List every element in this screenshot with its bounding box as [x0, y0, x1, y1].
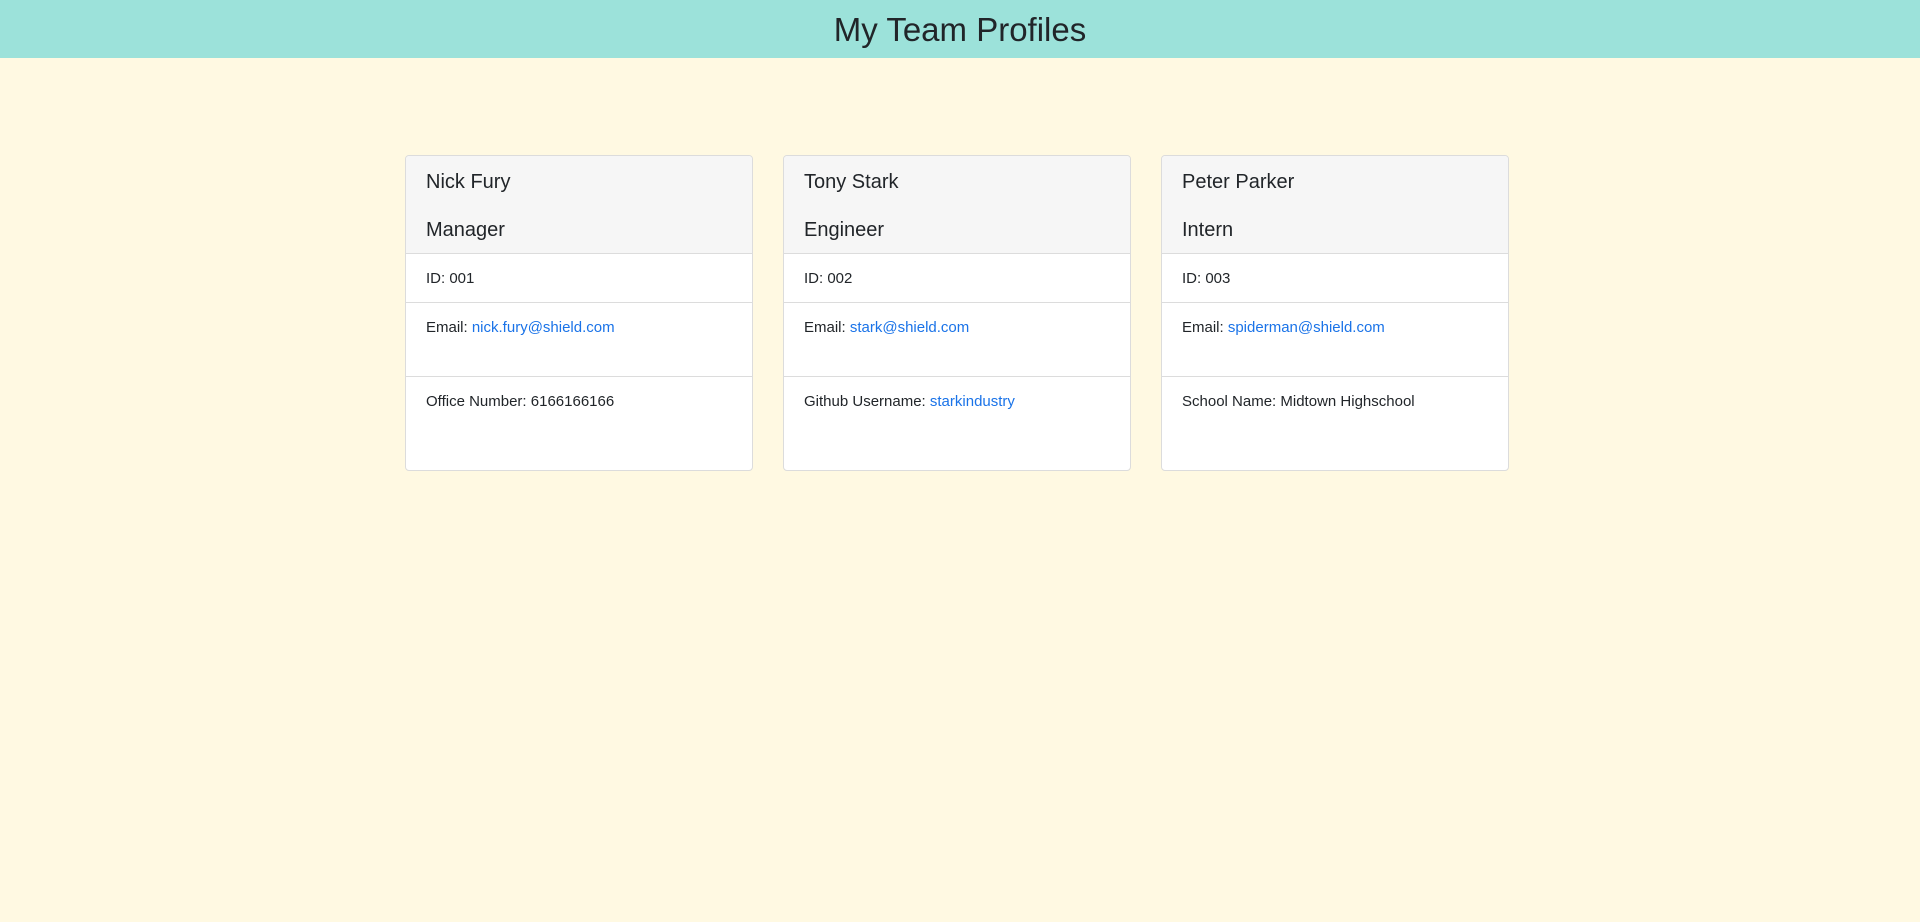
page-header: My Team Profiles [0, 0, 1920, 58]
email-label: Email: [804, 319, 850, 336]
email-label: Email: [1182, 319, 1228, 336]
email-link[interactable]: nick.fury@shield.com [472, 319, 615, 336]
employee-card-intern: Peter Parker Intern ID: 003 Email: spide… [1161, 155, 1509, 471]
github-link[interactable]: starkindustry [930, 393, 1015, 410]
employee-role: Manager [426, 219, 505, 241]
github-row: Github Username: starkindustry [784, 377, 1130, 470]
school-row: School Name: Midtown Highschool [1162, 377, 1508, 470]
card-header: Tony Stark Engineer [784, 156, 1130, 254]
email-link[interactable]: stark@shield.com [850, 319, 969, 336]
employee-card-manager: Nick Fury Manager ID: 001 Email: nick.fu… [405, 155, 753, 471]
school-value: Midtown Highschool [1280, 393, 1415, 410]
employee-id: ID: 001 [406, 254, 752, 303]
employee-id: ID: 002 [784, 254, 1130, 303]
employee-email-row: Email: nick.fury@shield.com [406, 303, 752, 377]
github-label: Github Username: [804, 393, 930, 410]
page-title: My Team Profiles [833, 10, 1087, 48]
employee-email-row: Email: stark@shield.com [784, 303, 1130, 377]
card-header: Peter Parker Intern [1162, 156, 1508, 254]
school-label: School Name: [1182, 393, 1281, 410]
employee-name: Nick Fury [426, 171, 511, 193]
employee-card-engineer: Tony Stark Engineer ID: 002 Email: stark… [783, 155, 1131, 471]
employee-role: Intern [1182, 219, 1234, 241]
team-cards: Nick Fury Manager ID: 001 Email: nick.fu… [405, 155, 1509, 471]
office-number-value: 6166166166 [530, 393, 615, 410]
employee-email-row: Email: spiderman@shield.com [1162, 303, 1508, 377]
email-label: Email: [426, 319, 472, 336]
email-link[interactable]: spiderman@shield.com [1228, 319, 1385, 336]
office-number-label: Office Number: [426, 393, 531, 410]
employee-role: Engineer [804, 219, 885, 241]
employee-name: Tony Stark [804, 171, 899, 193]
office-number-row: Office Number: 6166166166 [406, 377, 752, 470]
employee-name: Peter Parker [1182, 171, 1295, 193]
card-header: Nick Fury Manager [406, 156, 752, 254]
employee-id: ID: 003 [1162, 254, 1508, 303]
